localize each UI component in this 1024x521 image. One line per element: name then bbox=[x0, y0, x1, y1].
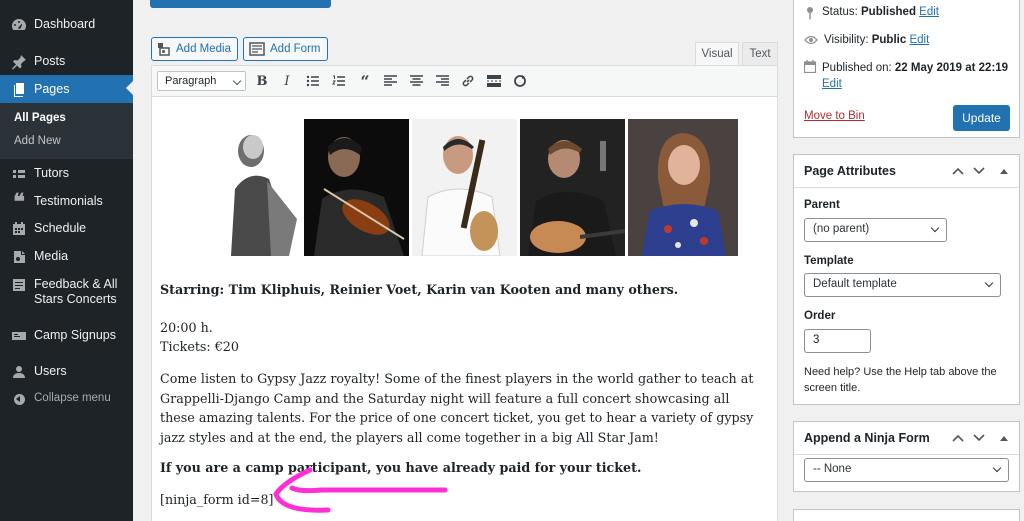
ninja-form-select-value: -- None bbox=[813, 463, 852, 475]
calendar-icon bbox=[803, 60, 817, 78]
page-attributes-title: Page Attributes bbox=[804, 164, 896, 178]
update-button[interactable]: Update bbox=[953, 105, 1010, 131]
move-up-icon[interactable] bbox=[951, 431, 965, 445]
next-panel-partial bbox=[793, 509, 1020, 521]
published-value: 22 May 2019 at 22:19 bbox=[894, 62, 1009, 74]
move-to-bin-link[interactable]: Move to Bin bbox=[804, 110, 865, 122]
toggle-panel-icon[interactable] bbox=[997, 431, 1011, 445]
help-text: Need help? Use the Help tab above the sc… bbox=[804, 366, 997, 394]
ninja-form-panel: Append a Ninja Form -- None bbox=[793, 421, 1020, 492]
order-label: Order bbox=[804, 310, 836, 322]
template-select[interactable]: Default template bbox=[804, 273, 1001, 297]
chevron-down-icon bbox=[984, 278, 994, 288]
status-label: Status: bbox=[822, 6, 858, 18]
edit-status-link[interactable]: Edit bbox=[919, 6, 939, 18]
edit-date-link[interactable]: Edit bbox=[822, 78, 842, 90]
chevron-down-icon bbox=[930, 223, 940, 233]
ninja-form-title: Append a Ninja Form bbox=[804, 431, 930, 445]
ninja-form-header: Append a Ninja Form bbox=[794, 422, 1019, 455]
published-label: Published on: bbox=[822, 62, 892, 74]
toggle-panel-icon[interactable] bbox=[997, 164, 1011, 178]
page-attributes-header: Page Attributes bbox=[794, 155, 1019, 188]
ninja-form-select[interactable]: -- None bbox=[804, 458, 1009, 482]
publish-visibility-row: Visibility: Public Edit bbox=[804, 34, 929, 49]
visibility-label: Visibility: bbox=[824, 34, 869, 46]
chevron-down-icon bbox=[992, 463, 1002, 473]
move-up-icon[interactable] bbox=[951, 164, 965, 178]
eye-icon bbox=[804, 34, 818, 49]
parent-label: Parent bbox=[804, 199, 840, 211]
template-label: Template bbox=[804, 255, 854, 267]
order-input[interactable]: 3 bbox=[804, 329, 871, 353]
parent-select-value: (no parent) bbox=[813, 223, 870, 235]
publish-date-row: Published on: 22 May 2019 at 22:19 Edit bbox=[803, 60, 1014, 92]
parent-select[interactable]: (no parent) bbox=[804, 218, 947, 242]
edit-visibility-link[interactable]: Edit bbox=[909, 34, 929, 46]
page-attributes-panel: Page Attributes Parent (no parent) Templ… bbox=[793, 154, 1020, 405]
template-select-value: Default template bbox=[813, 278, 897, 290]
publish-status-row: Status: Published Edit bbox=[804, 6, 939, 23]
visibility-value: Public bbox=[871, 34, 907, 46]
move-down-icon[interactable] bbox=[972, 431, 986, 445]
status-value: Published bbox=[861, 6, 916, 18]
move-down-icon[interactable] bbox=[972, 164, 986, 178]
pin-icon bbox=[804, 6, 816, 23]
